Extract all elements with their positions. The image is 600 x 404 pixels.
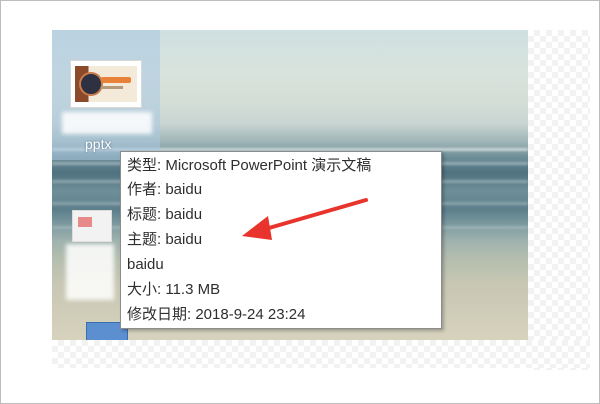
tooltip-subject: 主题: baidu	[127, 231, 203, 248]
desktop-icon-label[interactable]: pptx	[85, 136, 135, 152]
pptx-file-icon[interactable]	[70, 60, 142, 108]
tooltip-comment: baidu	[127, 256, 164, 273]
tooltip-size: 大小: 11.3 MB	[127, 281, 221, 298]
tooltip-author: 作者: baidu	[127, 181, 203, 198]
tooltip-title: 标题: baidu	[127, 206, 203, 223]
transparency-pattern	[52, 340, 590, 368]
file-info-tooltip: 类型: Microsoft PowerPoint 演示文稿 作者: baidu …	[120, 151, 442, 329]
file-icon[interactable]	[72, 210, 112, 242]
transparency-pattern	[528, 30, 590, 370]
tooltip-modified-date: 修改日期: 2018-9-24 23:24	[127, 306, 306, 323]
tooltip-type: 类型: Microsoft PowerPoint 演示文稿	[127, 157, 372, 174]
